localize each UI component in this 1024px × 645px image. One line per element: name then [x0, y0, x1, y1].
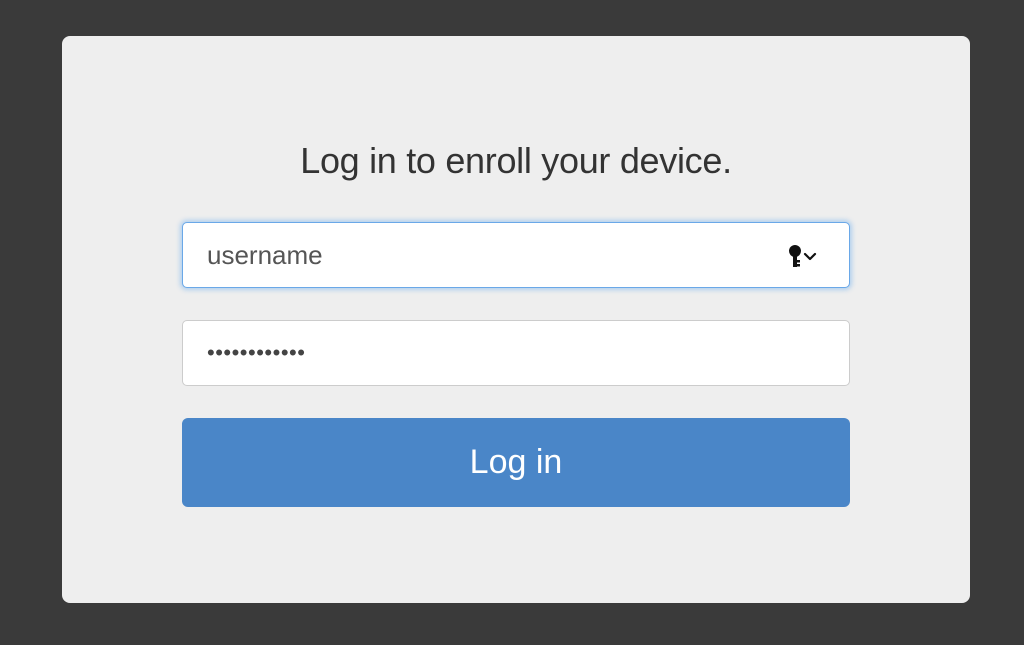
password-value: ••••••••••••	[207, 340, 306, 365]
login-card: Log in to enroll your device. username •…	[62, 36, 970, 603]
key-dropdown-icon[interactable]	[787, 243, 823, 269]
login-button[interactable]: Log in	[182, 418, 850, 507]
username-value: username	[207, 239, 323, 270]
password-field[interactable]: ••••••••••••	[182, 320, 850, 386]
key-icon	[789, 245, 817, 267]
login-heading: Log in to enroll your device.	[300, 140, 732, 181]
username-field[interactable]: username	[182, 222, 850, 288]
